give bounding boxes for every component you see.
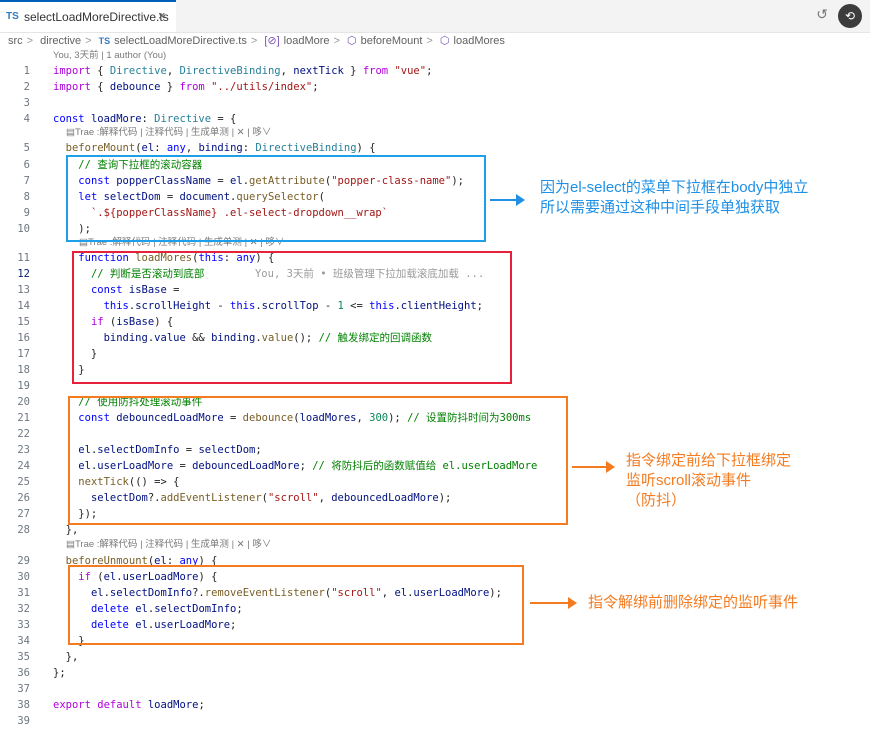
annotation-orange-bind: 指令绑定前给下拉框绑定 监听scroll滚动事件 （防抖） <box>626 452 792 509</box>
line-number: 27 <box>17 508 30 520</box>
chevron-right-icon: > <box>333 35 340 47</box>
tab-selectLoadMoreDirective[interactable]: TS selectLoadMoreDirective.ts × <box>0 0 176 32</box>
chevron-right-icon: > <box>85 35 92 47</box>
highlight-box-red <box>72 251 512 384</box>
code-text[interactable]: }, <box>53 649 79 665</box>
line-number: 7 <box>23 175 30 187</box>
line-number: 6 <box>23 159 30 171</box>
chevron-right-icon: > <box>250 35 258 47</box>
code-text[interactable]: import { debounce } from "../utils/index… <box>53 79 319 95</box>
line-number: 32 <box>17 603 30 615</box>
line-number: 33 <box>17 619 30 631</box>
line-number: 4 <box>23 113 30 125</box>
line-number: 2 <box>23 81 30 93</box>
code-line[interactable]: 36}; <box>0 665 870 681</box>
line-number: 1 <box>23 65 30 77</box>
typescript-file-icon: TS <box>98 36 111 46</box>
highlight-box-orange <box>68 565 524 645</box>
breadcrumb-loadMore[interactable]: loadMore <box>284 35 330 47</box>
arrow-right-icon <box>490 194 525 206</box>
line-number: 17 <box>17 348 30 360</box>
line-number: 13 <box>17 284 30 296</box>
line-number: 22 <box>17 428 30 440</box>
line-number: 25 <box>17 476 30 488</box>
annotation-blue: 因为el-select的菜单下拉框在body中独立 所以需要通过这种中间手段单独… <box>540 179 809 216</box>
tab-filename: selectLoadMoreDirective.ts <box>24 10 169 24</box>
line-number: 11 <box>17 252 30 264</box>
line-number: 5 <box>23 142 30 154</box>
code-line[interactable]: 39 <box>0 713 870 729</box>
history-icon[interactable]: ↺ <box>816 6 828 23</box>
variable-icon: [⊘] <box>264 35 280 47</box>
breadcrumb-file[interactable]: selectLoadMoreDirective.ts <box>114 35 247 47</box>
breadcrumb-beforeMount[interactable]: beforeMount <box>361 35 423 47</box>
annotation-orange-unbind: 指令解绑前删除绑定的监听事件 <box>588 594 799 611</box>
line-number: 9 <box>23 207 30 219</box>
line-number: 39 <box>17 715 30 727</box>
typescript-file-icon: TS <box>6 11 19 22</box>
arrow-right-icon <box>572 461 615 473</box>
code-text[interactable]: const loadMore: Directive = { <box>53 111 236 127</box>
line-number: 3 <box>23 97 30 109</box>
breadcrumb-loadMores[interactable]: loadMores <box>454 35 505 47</box>
method-icon: ⬡ <box>439 35 450 47</box>
line-number: 16 <box>17 332 30 344</box>
line-number: 12 <box>17 268 30 280</box>
code-line[interactable]: 5 beforeMount(el: any, binding: Directiv… <box>0 140 870 156</box>
line-number: 28 <box>17 524 30 536</box>
editor-tab-bar: TS selectLoadMoreDirective.ts × ↺ ⟲ <box>0 0 870 33</box>
line-number: 19 <box>17 380 30 392</box>
code-line[interactable]: 35 }, <box>0 649 870 665</box>
breadcrumb: src > directive > TS selectLoadMoreDirectiv… <box>8 34 509 48</box>
close-icon[interactable]: × <box>158 8 166 23</box>
line-number: 10 <box>17 223 30 235</box>
line-number: 24 <box>17 460 30 472</box>
line-number: 14 <box>17 300 30 312</box>
arrow-right-icon <box>530 597 577 609</box>
code-text[interactable]: beforeMount(el: any, binding: DirectiveB… <box>53 140 376 156</box>
line-number: 30 <box>17 571 30 583</box>
line-number: 20 <box>17 396 30 408</box>
line-number: 31 <box>17 587 30 599</box>
code-line[interactable]: 1 import { Directive, DirectiveBinding, n… <box>0 63 870 79</box>
line-number: 29 <box>17 555 30 567</box>
line-number: 38 <box>17 699 30 711</box>
highlight-box-orange <box>68 396 568 525</box>
chevron-right-icon: > <box>426 35 433 47</box>
code-text[interactable]: import { Directive, DirectiveBinding, ne… <box>53 63 432 79</box>
breadcrumb-src[interactable]: src <box>8 35 23 47</box>
code-line[interactable]: 2 import { debounce } from "../utils/inde… <box>0 79 870 95</box>
line-number: 36 <box>17 667 30 679</box>
line-number: 37 <box>17 683 30 695</box>
line-number: 15 <box>17 316 30 328</box>
chevron-right-icon: > <box>26 35 34 47</box>
line-number: 18 <box>17 364 30 376</box>
codelens-actions[interactable]: ▤Trae :解释代码 | 注释代码 | 生成单测 | ✕ | 哆∨ <box>66 539 271 551</box>
code-text[interactable]: export default loadMore; <box>53 697 205 713</box>
code-line[interactable]: 3 <box>0 95 870 111</box>
code-text[interactable]: }; <box>53 665 66 681</box>
codelens-actions[interactable]: ▤Trae :解释代码 | 注释代码 | 生成单测 | ✕ | 哆∨ <box>66 127 271 139</box>
breadcrumb-directive[interactable]: directive <box>40 35 81 47</box>
code-line[interactable]: 37 <box>0 681 870 697</box>
line-number: 34 <box>17 635 30 647</box>
line-number: 26 <box>17 492 30 504</box>
line-number: 35 <box>17 651 30 663</box>
code-line[interactable]: 4 const loadMore: Directive = { <box>0 111 870 127</box>
method-icon: ⬡ <box>347 35 357 47</box>
line-number: 8 <box>23 191 30 203</box>
screenshot-tool-icon[interactable]: ⟲ <box>838 4 862 28</box>
highlight-box-blue <box>66 155 486 242</box>
git-blame-header[interactable]: You, 3天前 | 1 author (You) <box>53 50 166 62</box>
line-number: 21 <box>17 412 30 424</box>
code-line[interactable]: 38 export default loadMore; <box>0 697 870 713</box>
line-number: 23 <box>17 444 30 456</box>
